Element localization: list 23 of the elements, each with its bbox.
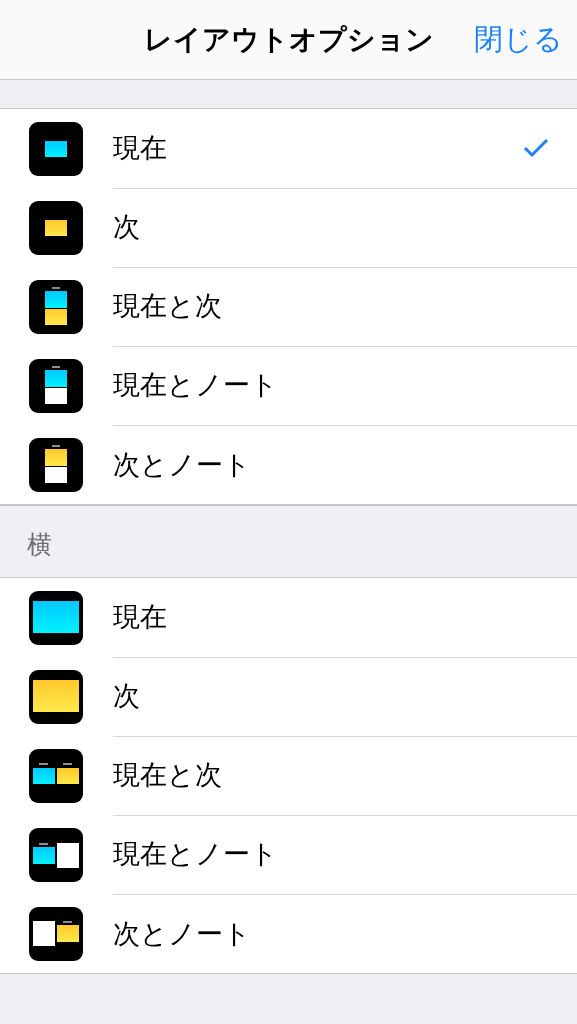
row-label: 現在と次 bbox=[113, 758, 223, 792]
row-label: 現在とノート bbox=[113, 837, 279, 871]
layout-icon bbox=[29, 437, 83, 492]
row-label: 現在 bbox=[113, 131, 168, 165]
nav-title: レイアウトオプション bbox=[143, 21, 434, 58]
layout-icon bbox=[29, 200, 83, 255]
layout-icon bbox=[29, 827, 83, 882]
row-label: 次とノート bbox=[113, 916, 252, 951]
layout-icon bbox=[29, 590, 83, 645]
row-label: 現在と次 bbox=[113, 289, 223, 323]
layout-icon bbox=[29, 121, 83, 176]
row-label: 次 bbox=[113, 210, 141, 244]
layout-icon bbox=[29, 748, 83, 803]
row-label: 現在とノート bbox=[113, 368, 279, 402]
row-label: 現在 bbox=[113, 600, 168, 634]
row-label: 次 bbox=[113, 679, 141, 713]
layout-icon bbox=[29, 669, 83, 724]
layout-icon bbox=[29, 906, 83, 961]
layout-icon bbox=[29, 279, 83, 334]
close-button[interactable]: 閉じる bbox=[474, 20, 563, 60]
section-header: 横 bbox=[27, 529, 52, 561]
layout-icon bbox=[29, 358, 83, 413]
row-label: 次とノート bbox=[113, 447, 252, 482]
